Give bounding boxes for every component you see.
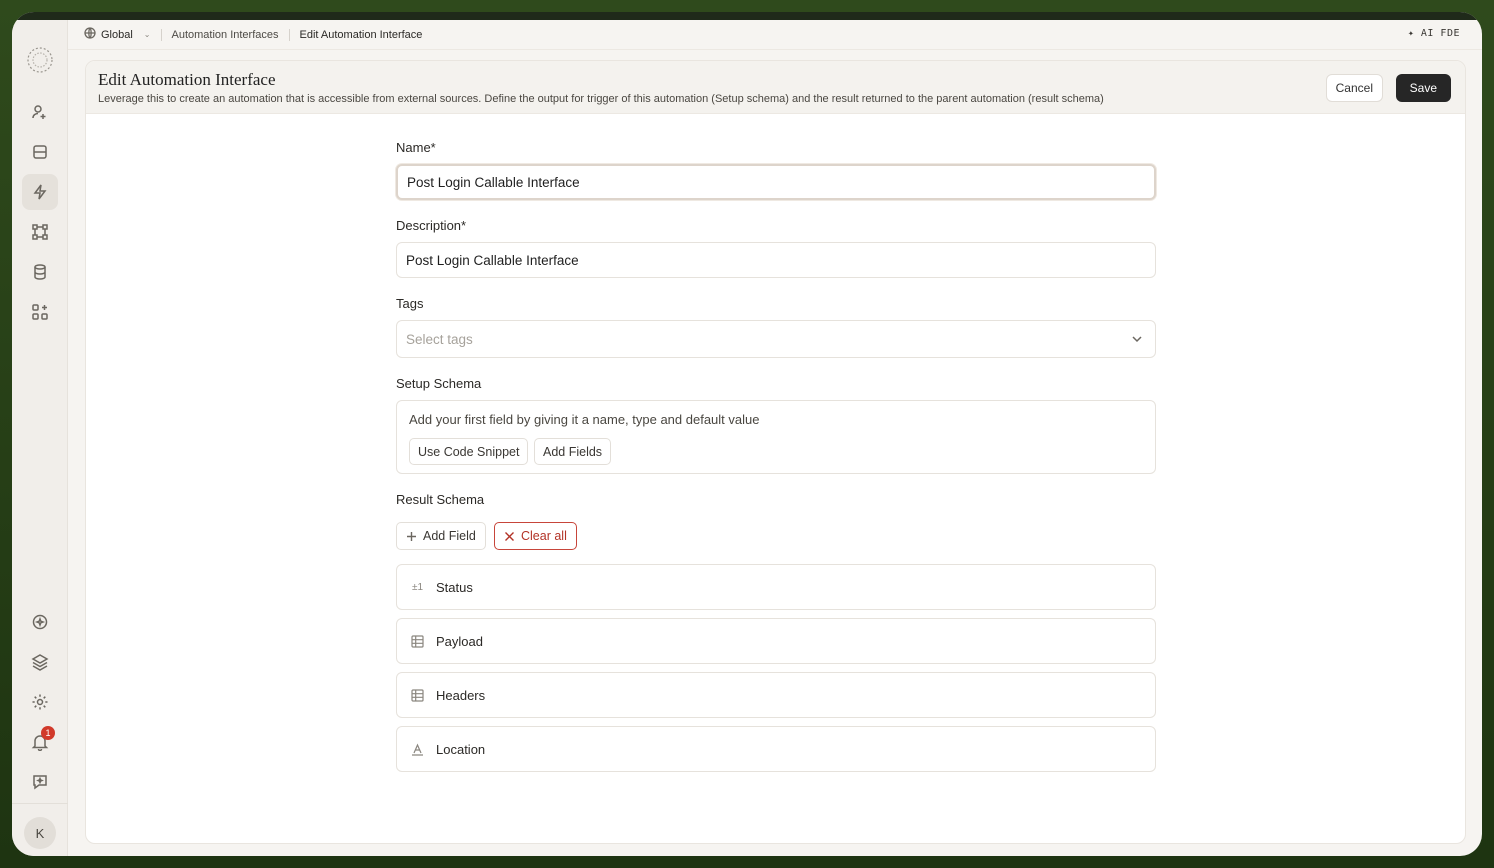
window-top-strip [12, 12, 1482, 20]
setup-schema-label: Setup Schema [396, 376, 482, 391]
breadcrumb-separator [288, 28, 290, 41]
workflow-icon[interactable] [22, 214, 58, 250]
ai-fde-button[interactable]: ✦ AI FDE [1408, 28, 1460, 39]
tags-select[interactable]: Select tags [396, 320, 1156, 358]
users-icon[interactable] [22, 94, 58, 130]
clear-all-button[interactable]: Clear all [494, 522, 577, 550]
page-title: Edit Automation Interface [98, 70, 276, 89]
result-field-row[interactable]: Payload [396, 618, 1156, 664]
settings-icon[interactable] [22, 684, 58, 720]
description-label: Description* [396, 218, 467, 233]
add-fields-button[interactable]: Add Fields [534, 438, 612, 465]
notification-badge: 1 [41, 726, 55, 740]
page-header: Edit Automation Interface Leverage this … [86, 61, 1465, 114]
text-icon [410, 742, 425, 757]
save-button[interactable]: Save [1395, 74, 1451, 102]
sidebar: 1 K [12, 20, 68, 856]
scope-selector[interactable]: Global ⌄ [84, 27, 151, 42]
tags-placeholder: Select tags [406, 331, 473, 347]
result-field-name: Headers [436, 687, 486, 703]
setup-schema-box: Add your first field by giving it a name… [396, 400, 1156, 474]
add-field-label: Add Field [423, 529, 476, 543]
breadcrumb-separator [160, 28, 162, 41]
chevron-down-icon [1131, 333, 1143, 348]
ai-assistant-icon[interactable] [22, 604, 58, 640]
result-field-name: Payload [436, 633, 483, 649]
layers-icon[interactable] [22, 644, 58, 680]
app-logo-icon[interactable] [22, 42, 58, 78]
main-panel: Edit Automation Interface Leverage this … [85, 60, 1466, 844]
cancel-button[interactable]: Cancel [1325, 74, 1383, 102]
result-field-row[interactable]: Headers [396, 672, 1156, 718]
name-field[interactable]: Post Login Callable Interface [396, 164, 1156, 200]
result-field-name: Location [436, 741, 486, 757]
plus-icon [407, 531, 416, 541]
clear-all-label: Clear all [521, 529, 567, 543]
breadcrumb-automation-interfaces[interactable]: Automation Interfaces [172, 29, 279, 41]
feedback-icon[interactable] [22, 764, 58, 800]
breadcrumb: Global ⌄ Automation Interfaces Edit Auto… [68, 20, 1482, 50]
name-value: Post Login Callable Interface [407, 174, 580, 190]
notifications-icon[interactable]: 1 [22, 724, 58, 760]
add-field-button[interactable]: Add Field [396, 522, 486, 550]
result-schema-label: Result Schema [396, 492, 485, 507]
table-icon [410, 688, 425, 703]
database-icon[interactable] [22, 254, 58, 290]
result-field-row[interactable]: ±1 Status [396, 564, 1156, 610]
setup-schema-hint: Add your first field by giving it a name… [409, 412, 760, 427]
page-description: Leverage this to create an automation th… [98, 93, 1104, 105]
scope-label: Global [101, 28, 133, 41]
inbox-icon[interactable] [22, 134, 58, 170]
name-label: Name* [396, 140, 436, 155]
app-window: 1 K Global ⌄ Automation Interfaces Edit … [12, 12, 1482, 856]
apps-icon[interactable] [22, 294, 58, 330]
result-field-row[interactable]: Location [396, 726, 1156, 772]
result-field-name: Status [436, 579, 473, 595]
close-icon [505, 531, 514, 541]
table-icon [410, 634, 425, 649]
lightning-icon[interactable] [22, 174, 58, 210]
use-code-snippet-button[interactable]: Use Code Snippet [409, 438, 529, 465]
number-icon: ±1 [411, 581, 424, 593]
description-value: Post Login Callable Interface [406, 252, 579, 268]
description-field[interactable]: Post Login Callable Interface [396, 242, 1156, 278]
sidebar-divider [12, 803, 68, 804]
avatar[interactable]: K [24, 817, 56, 849]
chevron-down-icon: ⌄ [143, 30, 151, 39]
globe-icon [84, 27, 96, 42]
breadcrumb-current: Edit Automation Interface [299, 28, 423, 41]
tags-label: Tags [396, 296, 424, 311]
